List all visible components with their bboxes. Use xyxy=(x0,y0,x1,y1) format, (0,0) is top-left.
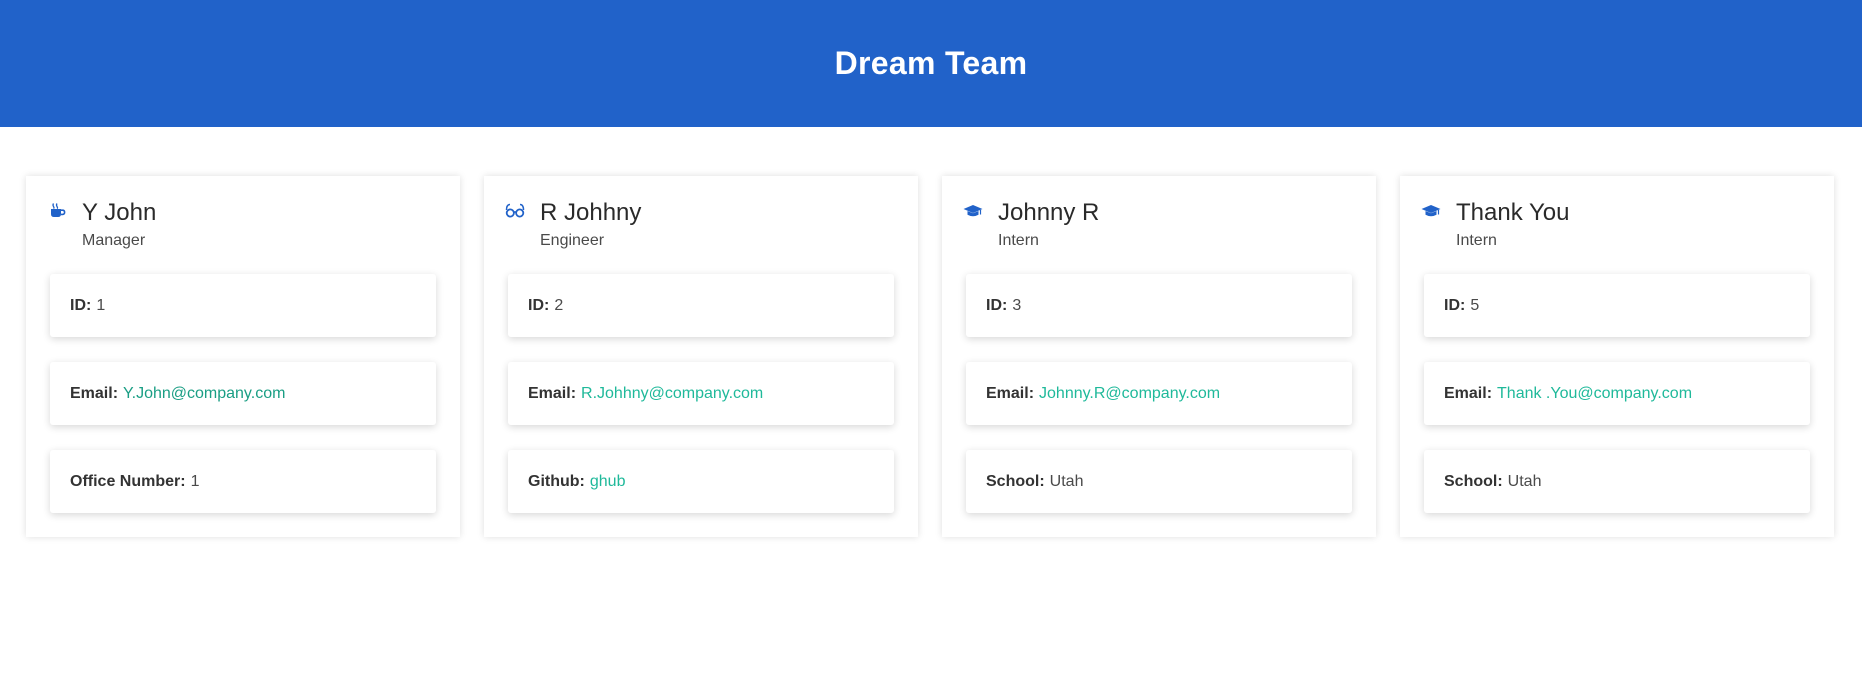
employee-card-intern: Johnny R Intern ID: 3 Email: Johnny.R@co… xyxy=(942,176,1376,537)
field-label: ID: xyxy=(1444,296,1466,314)
page-title: Dream Team xyxy=(834,45,1028,81)
field-value: 2 xyxy=(554,296,564,314)
school-field: School: Utah xyxy=(1424,450,1810,513)
email-link[interactable]: Y.John@company.com xyxy=(123,385,285,403)
glasses-icon xyxy=(505,202,525,220)
email-field: Email: R.Johhny@company.com xyxy=(508,362,894,425)
employee-card-engineer: R Johhny Engineer ID: 2 Email: R.Johhny@… xyxy=(484,176,918,537)
employee-role: Manager xyxy=(82,232,146,249)
field-label: Email: xyxy=(70,384,119,402)
card-header: R Johhny Engineer xyxy=(484,176,918,276)
id-field: ID: 1 xyxy=(50,274,436,337)
employee-name: Johnny R xyxy=(998,199,1100,226)
github-link[interactable]: ghub xyxy=(590,473,626,491)
employee-card-manager: Y John Manager ID: 1 Email: Y.John@compa… xyxy=(26,176,460,537)
team-cards: Y John Manager ID: 1 Email: Y.John@compa… xyxy=(0,127,1862,684)
id-field: ID: 2 xyxy=(508,274,894,337)
card-header: Johnny R Intern xyxy=(942,176,1376,276)
field-label: Office Number: xyxy=(70,472,186,490)
field-value: 1 xyxy=(96,296,106,314)
email-link[interactable]: Thank .You@company.com xyxy=(1497,385,1692,403)
employee-name: R Johhny xyxy=(540,199,642,226)
field-value: 5 xyxy=(1470,296,1480,314)
field-label: School: xyxy=(986,472,1045,490)
office-number-field: Office Number: 1 xyxy=(50,450,436,513)
email-field: Email: Thank .You@company.com xyxy=(1424,362,1810,425)
email-field: Email: Johnny.R@company.com xyxy=(966,362,1352,425)
employee-name: Y John xyxy=(82,199,157,226)
employee-name: Thank You xyxy=(1456,199,1570,226)
github-field: Github: ghub xyxy=(508,450,894,513)
field-value: 1 xyxy=(190,472,200,490)
field-value: 3 xyxy=(1012,296,1022,314)
school-field: School: Utah xyxy=(966,450,1352,513)
field-label: ID: xyxy=(528,296,550,314)
field-label: Github: xyxy=(528,472,585,490)
email-field: Email: Y.John@company.com xyxy=(50,362,436,425)
card-header: Y John Manager xyxy=(26,176,460,276)
email-link[interactable]: R.Johhny@company.com xyxy=(581,385,763,403)
id-field: ID: 5 xyxy=(1424,274,1810,337)
field-label: Email: xyxy=(1444,384,1493,402)
id-field: ID: 3 xyxy=(966,274,1352,337)
employee-role: Intern xyxy=(998,232,1039,249)
field-label: Email: xyxy=(986,384,1035,402)
field-label: Email: xyxy=(528,384,577,402)
card-header: Thank You Intern xyxy=(1400,176,1834,276)
employee-role: Intern xyxy=(1456,232,1497,249)
field-label: ID: xyxy=(986,296,1008,314)
field-value: Utah xyxy=(1049,472,1084,490)
page-header: Dream Team xyxy=(0,0,1862,127)
coffee-icon xyxy=(49,202,67,220)
graduation-cap-icon xyxy=(1421,202,1441,220)
email-link[interactable]: Johnny.R@company.com xyxy=(1039,385,1220,403)
employee-card-intern: Thank You Intern ID: 5 Email: Thank .You… xyxy=(1400,176,1834,537)
field-label: ID: xyxy=(70,296,92,314)
field-value: Utah xyxy=(1507,472,1542,490)
field-label: School: xyxy=(1444,472,1503,490)
graduation-cap-icon xyxy=(963,202,983,220)
employee-role: Engineer xyxy=(540,232,605,249)
